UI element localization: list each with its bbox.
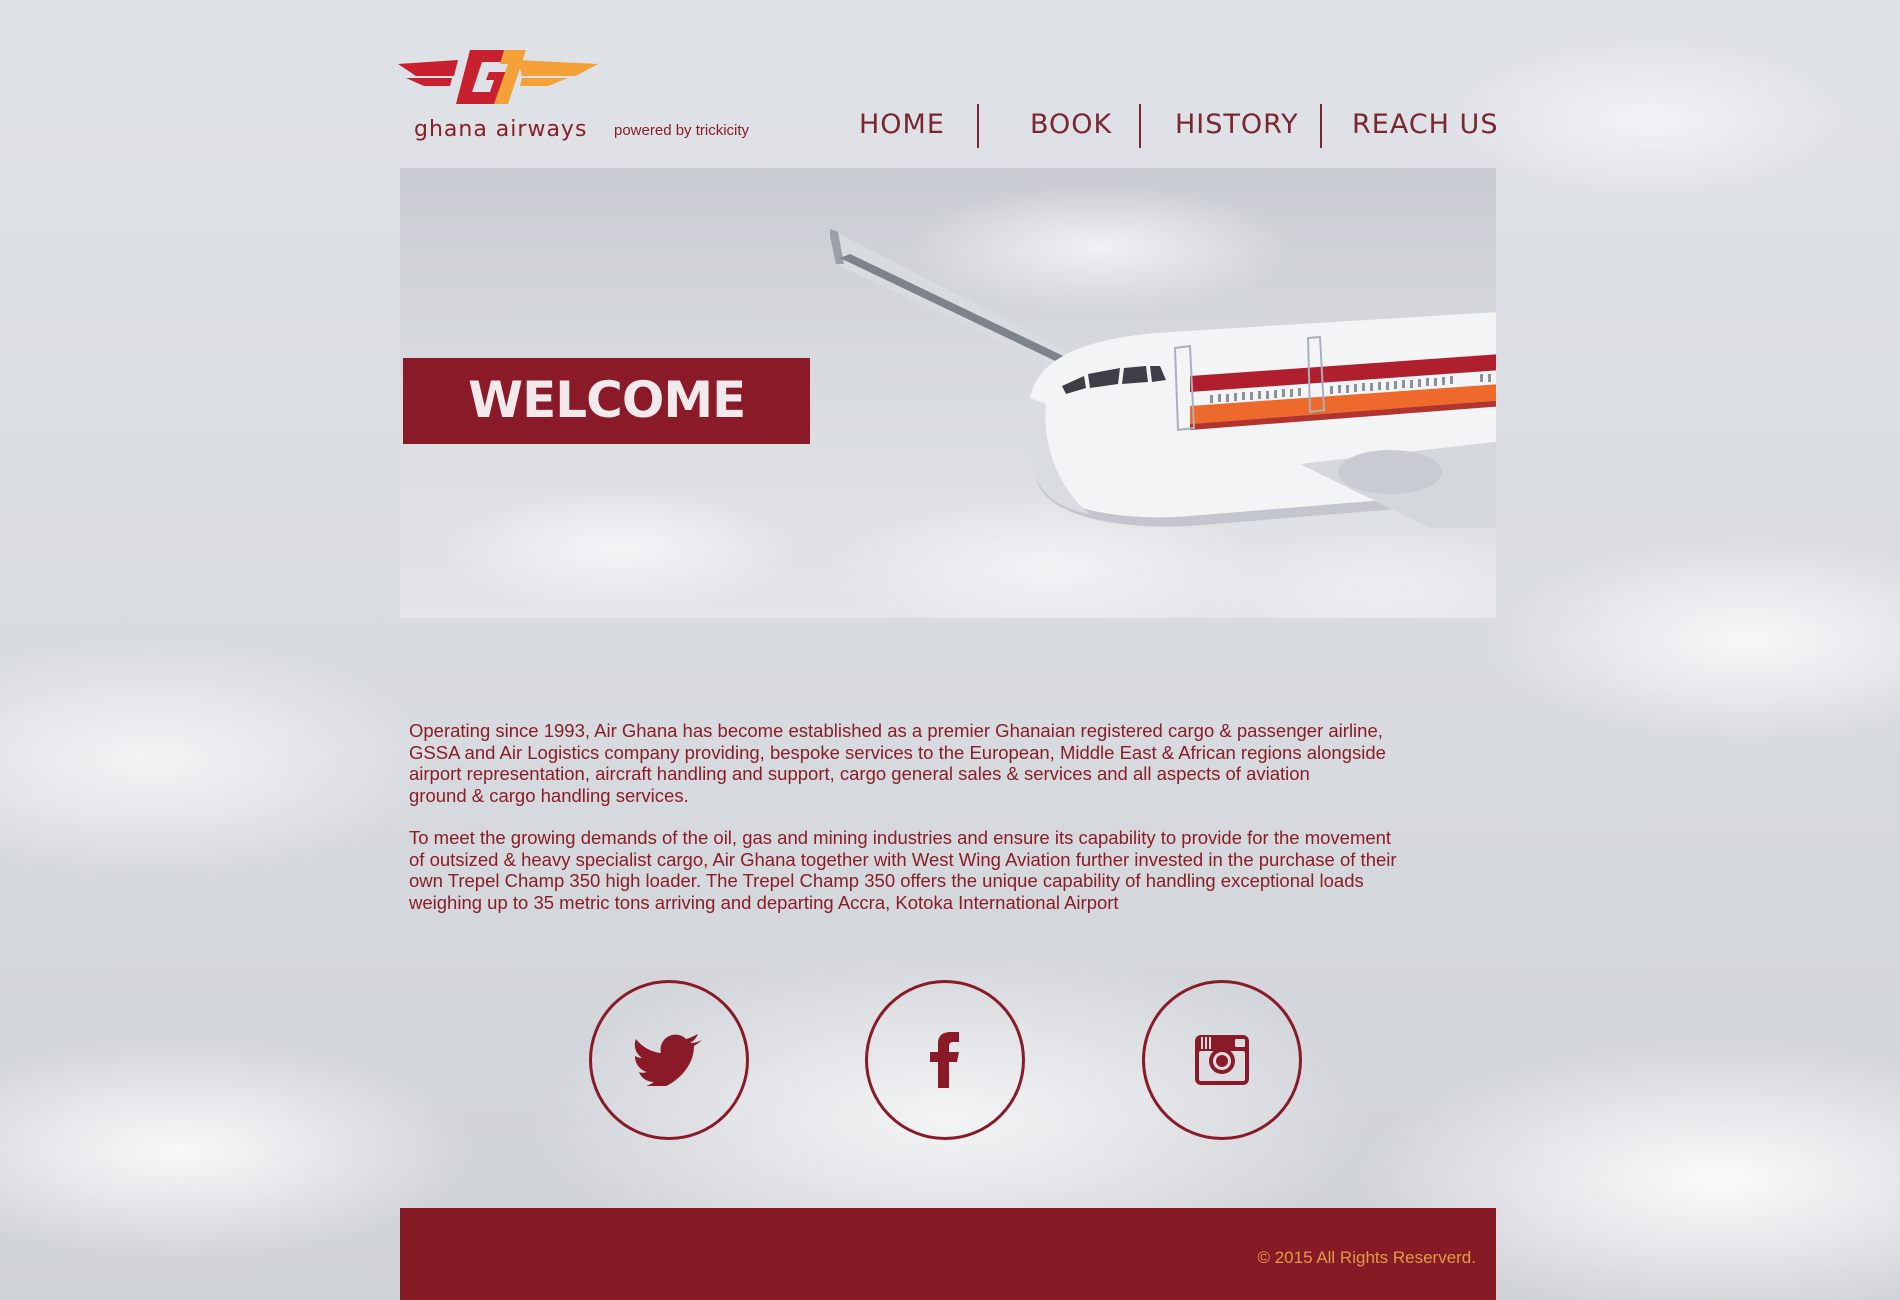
twitter-icon	[634, 1034, 702, 1086]
about-content: Operating since 1993, Air Ghana has beco…	[409, 720, 1469, 913]
instagram-link[interactable]	[1142, 980, 1302, 1140]
hero-banner: WELCOME	[400, 168, 1496, 618]
nav-divider	[1139, 104, 1141, 148]
welcome-banner: WELCOME	[403, 358, 810, 444]
nav-book[interactable]: BOOK	[1030, 102, 1112, 148]
powered-by-text: powered by trickicity	[614, 122, 750, 139]
nav-divider	[977, 104, 979, 148]
twitter-link[interactable]	[589, 980, 749, 1140]
nav-home[interactable]: HOME	[859, 102, 945, 148]
nav-history[interactable]: HISTORY	[1175, 102, 1299, 148]
logo-wordmark: ghana airways	[414, 117, 588, 142]
about-paragraph: Operating since 1993, Air Ghana has beco…	[409, 720, 1386, 806]
facebook-link[interactable]	[865, 980, 1025, 1140]
footer: © 2015 All Rights Reserverd.	[400, 1208, 1496, 1300]
instagram-icon	[1195, 1035, 1249, 1085]
nav-divider	[1320, 104, 1322, 148]
nav-reach-us[interactable]: REACH US	[1352, 102, 1498, 148]
about-paragraph: To meet the growing demands of the oil, …	[409, 827, 1397, 913]
facebook-icon	[930, 1032, 959, 1088]
welcome-heading: WELCOME	[468, 371, 746, 429]
airplane-image	[830, 228, 1496, 528]
copyright-text: © 2015 All Rights Reserverd.	[1257, 1248, 1476, 1267]
